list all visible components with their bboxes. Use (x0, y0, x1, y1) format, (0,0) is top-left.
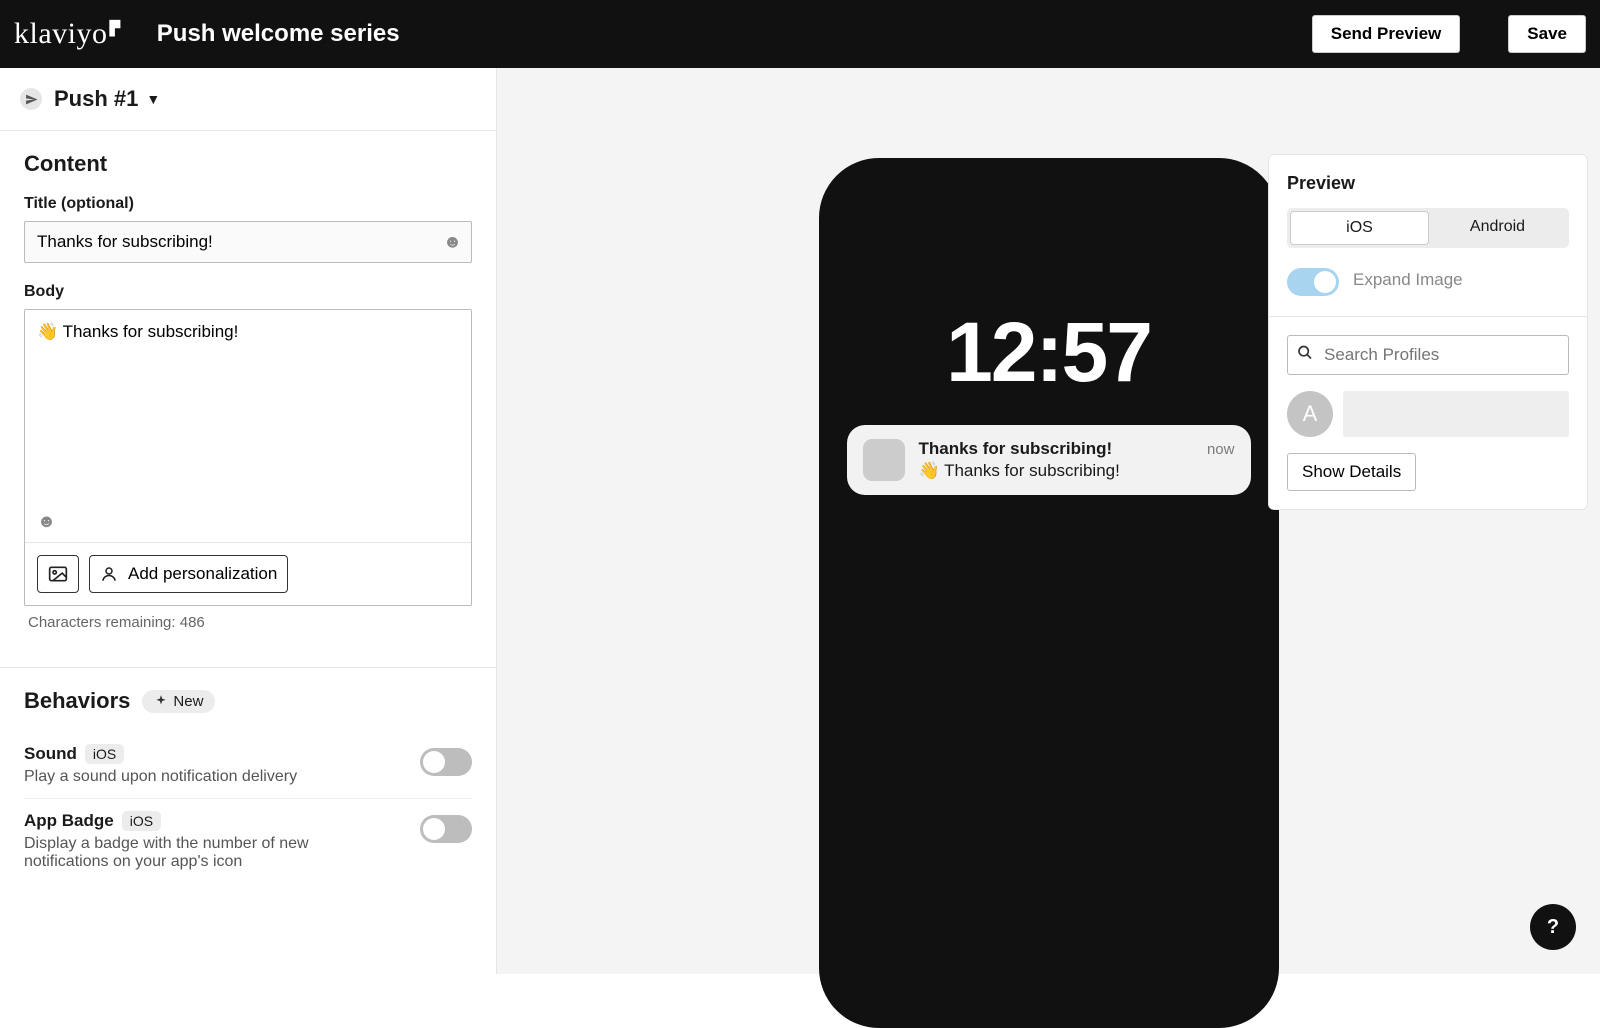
expand-image-toggle[interactable] (1287, 268, 1339, 296)
profile-name-placeholder (1343, 391, 1569, 437)
preview-panel: Preview iOS Android Expand Image A Show … (1268, 154, 1588, 510)
person-icon (100, 565, 118, 583)
app-header: klaviyo▛ Push welcome series Send Previe… (0, 0, 1600, 68)
send-preview-button[interactable]: Send Preview (1312, 15, 1461, 53)
tab-ios[interactable]: iOS (1290, 211, 1429, 245)
sparkle-icon (154, 694, 168, 708)
search-profiles-input[interactable] (1287, 335, 1569, 375)
notification-time: now (1207, 441, 1235, 458)
emoji-picker-icon[interactable]: ☻ (443, 232, 462, 253)
title-label: Title (optional) (24, 195, 472, 213)
emoji-picker-icon[interactable]: ☻ (37, 511, 56, 531)
character-count: Characters remaining: 486 (24, 606, 472, 631)
push-icon (20, 88, 42, 110)
phone-preview-area: 12:57 Thanks for subscribing! now 👋 Than… (497, 68, 1600, 974)
content-section: Content Title (optional) ☻ Body 👋 Thanks… (0, 131, 496, 651)
add-personalization-button[interactable]: Add personalization (89, 555, 288, 593)
sound-setting: Sound iOS Play a sound upon notification… (24, 732, 472, 799)
notification-card: Thanks for subscribing! now 👋 Thanks for… (847, 425, 1251, 495)
save-button[interactable]: Save (1508, 15, 1586, 53)
push-name-label: Push #1 (54, 86, 138, 112)
expand-image-label: Expand Image (1353, 270, 1463, 290)
logo: klaviyo▛ (14, 17, 121, 51)
ios-badge: iOS (85, 744, 124, 764)
notification-body: 👋 Thanks for subscribing! (919, 461, 1235, 481)
notification-title: Thanks for subscribing! (919, 439, 1113, 459)
app-badge-desc: Display a badge with the number of new n… (24, 835, 394, 871)
app-badge-title: App Badge (24, 811, 114, 831)
body-textarea[interactable]: 👋 Thanks for subscribing! (25, 310, 471, 500)
body-label: Body (24, 283, 472, 301)
show-details-button[interactable]: Show Details (1287, 453, 1416, 491)
search-icon (1297, 345, 1313, 366)
editor-panel: Push #1 ▼ Content Title (optional) ☻ Bod… (0, 68, 497, 974)
notification-app-icon (863, 439, 905, 481)
lock-screen-time: 12:57 (835, 304, 1263, 401)
behaviors-heading: Behaviors (24, 688, 130, 714)
preview-heading: Preview (1287, 173, 1569, 194)
app-badge-toggle[interactable] (420, 815, 472, 843)
platform-segmented-control: iOS Android (1287, 208, 1569, 248)
help-button[interactable]: ? (1530, 904, 1576, 950)
add-personalization-label: Add personalization (128, 564, 277, 584)
tab-android[interactable]: Android (1429, 211, 1566, 245)
behaviors-section: Behaviors New Sound iOS Play a sound upo… (0, 668, 496, 903)
image-icon (48, 565, 68, 583)
app-badge-setting: App Badge iOS Display a badge with the n… (24, 799, 472, 883)
profile-row: A (1287, 391, 1569, 437)
push-name-dropdown[interactable]: Push #1 ▼ (0, 68, 496, 131)
sound-toggle[interactable] (420, 748, 472, 776)
flow-title: Push welcome series (157, 20, 400, 48)
sound-desc: Play a sound upon notification delivery (24, 768, 394, 786)
chevron-down-icon: ▼ (146, 91, 160, 107)
new-badge: New (142, 690, 215, 713)
title-input[interactable] (24, 221, 472, 263)
content-heading: Content (24, 151, 472, 177)
sound-title: Sound (24, 744, 77, 764)
ios-badge: iOS (122, 811, 161, 831)
phone-mockup: 12:57 Thanks for subscribing! now 👋 Than… (819, 158, 1279, 1028)
add-image-button[interactable] (37, 555, 79, 593)
avatar: A (1287, 391, 1333, 437)
